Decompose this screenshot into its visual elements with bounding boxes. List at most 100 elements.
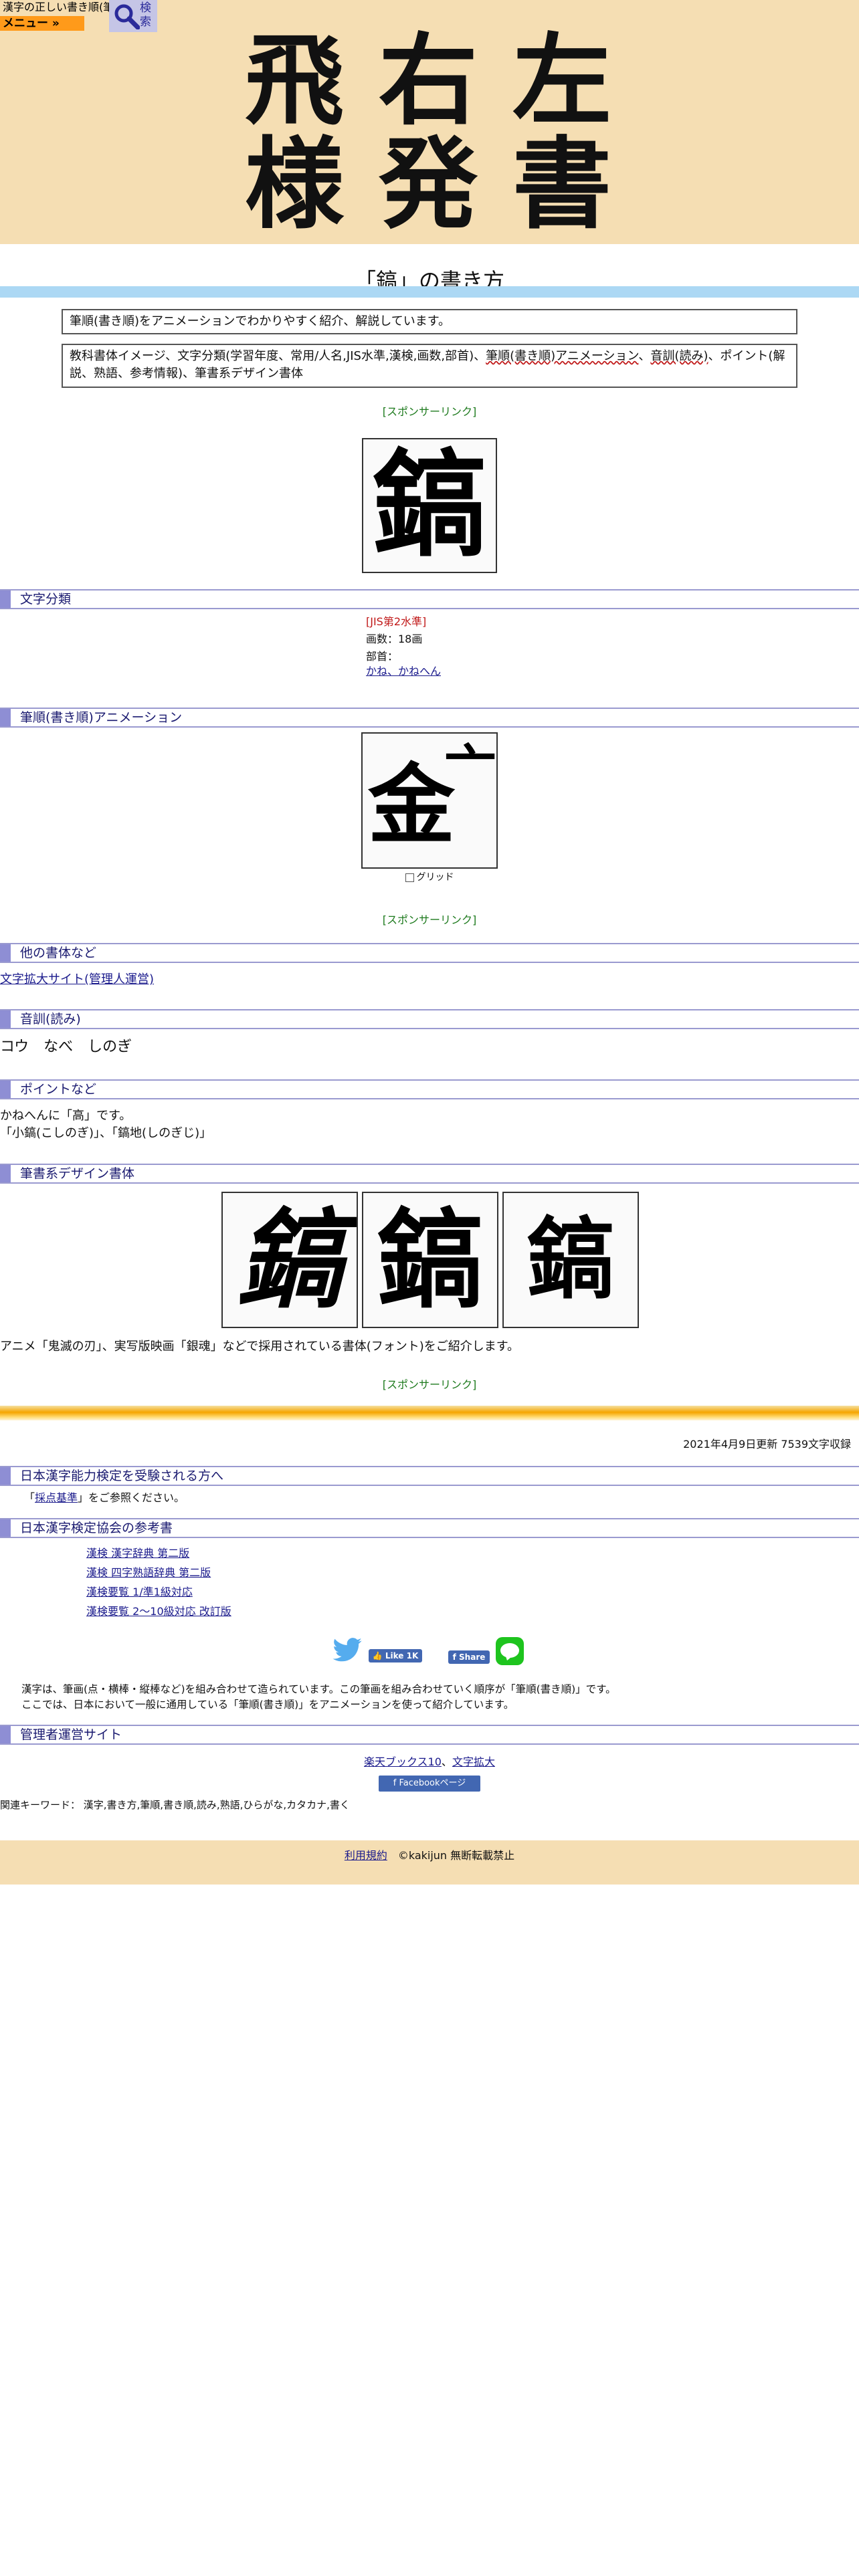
section-title: 音訓(読み) xyxy=(20,1012,81,1027)
facebook-like-button[interactable]: 👍 Like 1K xyxy=(369,1649,422,1662)
explain-line: 漢字は、筆画(点・横棒・縦棒など)を組み合わせて造られています。この筆画を組み合… xyxy=(21,1683,616,1695)
reading-link[interactable]: 音訓(読み) xyxy=(650,349,708,363)
like-label: Like 1K xyxy=(385,1651,419,1660)
book-link[interactable]: 漢検 漢字辞典 第二版 xyxy=(86,1546,189,1561)
hero-calligraphy: 飛 右 左 様 発 書 xyxy=(227,30,629,237)
design-font-sample[interactable]: 鎬 xyxy=(502,1192,639,1328)
search-icon xyxy=(114,4,140,29)
stroke-animation-canvas: 金 亠 xyxy=(361,732,498,869)
facebook-icon: f xyxy=(452,1652,460,1662)
search-button[interactable]: 検索 xyxy=(109,0,157,32)
stroke-count: 画数：18画 xyxy=(366,633,423,645)
grid-toggle[interactable]: グリッド xyxy=(0,870,859,883)
thumbs-up-icon: 👍 xyxy=(372,1651,385,1660)
section-title: 管理者運営サイト xyxy=(20,1727,122,1742)
share-label: Share xyxy=(459,1652,486,1662)
radical-label: 部首： xyxy=(366,650,399,663)
kentei-note: 「採点基準」をご参照ください。 xyxy=(24,1491,185,1505)
animation-partial-stroke: 亠 xyxy=(444,738,497,799)
section-marker xyxy=(0,709,11,726)
section-marker xyxy=(0,1726,11,1743)
facebook-page-button[interactable]: f Facebookページ xyxy=(379,1776,480,1792)
section-title: 筆書系デザイン書体 xyxy=(20,1166,135,1181)
explain-line: ここでは、日本において一般に通用している「筆順(書き順)」をアニメーションを使っ… xyxy=(21,1699,514,1711)
hero-char: 左 xyxy=(512,22,611,138)
section-marker xyxy=(0,591,11,608)
title-divider xyxy=(0,286,859,298)
admin-links-sep: 、 xyxy=(441,1755,452,1768)
scoring-criteria-link[interactable]: 採点基準 xyxy=(35,1491,78,1504)
section-marker xyxy=(0,944,11,962)
section-animation: 筆順(書き順)アニメーション xyxy=(0,708,859,728)
kentei-note-pre: 「 xyxy=(24,1491,35,1504)
radical-link[interactable]: かね、かねへん xyxy=(366,664,441,679)
facebook-share-button[interactable]: f Share xyxy=(448,1650,490,1664)
section-points: ポイントなど xyxy=(0,1079,859,1099)
section-other-fonts: 他の書体など xyxy=(0,943,859,963)
book-link[interactable]: 漢検要覧 1/準1級対応 xyxy=(86,1585,193,1600)
book-link[interactable]: 漢検 四字熟語辞典 第二版 xyxy=(86,1566,211,1580)
grid-checkbox[interactable] xyxy=(405,873,414,882)
animation-partial-char: 金 xyxy=(368,754,456,856)
rakuten-books-link[interactable]: 楽天ブックス10 xyxy=(364,1755,442,1768)
kentei-note-post: 」をご参照ください。 xyxy=(78,1491,185,1504)
menu-button[interactable]: メニュー » xyxy=(0,16,84,31)
line-icon xyxy=(500,1643,519,1660)
section-marker xyxy=(0,1081,11,1098)
section-marker xyxy=(0,1165,11,1182)
section-classification: 文字分類 xyxy=(0,589,859,609)
section-marker xyxy=(0,1010,11,1028)
site-header: 漢字の正しい書き順(筆順) メニュー » 検索 飛 右 左 様 発 書 xyxy=(0,0,859,244)
section-title: 日本漢字検定協会の参考書 xyxy=(20,1521,173,1535)
design-caption: アニメ「鬼滅の刃」、実写版映画「銀魂」などで採用されている書体(フォント)をご紹… xyxy=(0,1339,519,1354)
admin-site-links: 楽天ブックス10、文字拡大 xyxy=(0,1755,859,1769)
hero-char: 飛 xyxy=(245,22,344,138)
section-design-fonts: 筆書系デザイン書体 xyxy=(0,1164,859,1184)
intro-box-contents: 教科書体イメージ、文字分類(学習年度、常用/人名,JIS水準,漢検,画数,部首)… xyxy=(62,344,797,388)
section-title: ポイントなど xyxy=(20,1082,97,1097)
section-title: 文字分類 xyxy=(20,592,72,607)
grid-label: グリッド xyxy=(416,872,454,883)
section-admin-sites: 管理者運営サイト xyxy=(0,1725,859,1745)
sponsor-link[interactable]: [スポンサーリンク] xyxy=(0,1376,859,1392)
search-label: 検索 xyxy=(140,1,151,29)
animation-link[interactable]: 筆順(書き順)アニメーション xyxy=(486,349,638,363)
book-link[interactable]: 漢検要覧 2～10級対応 改訂版 xyxy=(86,1604,231,1619)
site-logo[interactable]: 漢字の正しい書き順(筆順) メニュー » xyxy=(0,0,129,32)
related-keywords: 関連キーワード： 漢字,書き方,筆順,書き順,読み,熟語,ひらがな,カタカナ,書… xyxy=(0,1799,350,1811)
design-font-sample[interactable]: 鎬 xyxy=(362,1192,498,1328)
copyright: ©kakijun 無断転載禁止 xyxy=(397,1849,515,1862)
point-line: 「小鎬(こしのぎ)」、「鎬地(しのぎじ)」 xyxy=(0,1126,212,1140)
font-enlarge-site-link[interactable]: 文字拡大サイト(管理人運営) xyxy=(0,972,154,987)
design-font-char: 鎬 xyxy=(235,1197,343,1323)
facebook-page-label: Facebookページ xyxy=(399,1778,466,1788)
hero-char: 書 xyxy=(512,126,611,242)
sponsor-link[interactable]: [スポンサーリンク] xyxy=(0,911,859,927)
line-share-button[interactable] xyxy=(496,1637,524,1665)
footer-line: 利用規約 ©kakijun 無断転載禁止 xyxy=(0,1848,859,1863)
point-line: かねへんに「高」です。 xyxy=(0,1109,132,1123)
section-title: 日本漢字能力検定を受験される方へ xyxy=(20,1469,224,1483)
jis-level: [JIS第2水準] xyxy=(366,615,427,628)
hero-char: 発 xyxy=(379,126,478,242)
terms-link[interactable]: 利用規約 xyxy=(345,1849,387,1862)
hero-char: 様 xyxy=(245,126,344,242)
twitter-icon[interactable] xyxy=(332,1638,362,1662)
section-title: 他の書体など xyxy=(20,946,97,960)
section-marker xyxy=(0,1519,11,1537)
sponsor-link[interactable]: [スポンサーリンク] xyxy=(0,403,859,419)
font-enlarge-link[interactable]: 文字拡大 xyxy=(452,1755,495,1768)
section-marker xyxy=(0,1467,11,1485)
section-kentei-exam: 日本漢字能力検定を受験される方へ xyxy=(0,1466,859,1486)
design-font-sample[interactable]: 鎬 xyxy=(221,1192,358,1328)
update-info: 2021年4月9日更新 7539文字収録 xyxy=(683,1438,851,1451)
kanji-reading: コウ なべ しのぎ xyxy=(0,1039,132,1055)
intro-sep: 、 xyxy=(638,349,651,363)
section-title: 筆順(書き順)アニメーション xyxy=(20,710,183,725)
intro-text: 教科書体イメージ、文字分類(学習年度、常用/人名,JIS水準,漢検,画数,部首)… xyxy=(70,349,486,363)
hero-char: 右 xyxy=(379,22,478,138)
main-kanji: 鎬 xyxy=(372,438,487,572)
section-kentei-books: 日本漢字検定協会の参考書 xyxy=(0,1518,859,1538)
footer-separator xyxy=(0,1406,859,1420)
intro-box: 筆順(書き順)をアニメーションでわかりやすく紹介、解説しています。 xyxy=(62,309,797,334)
